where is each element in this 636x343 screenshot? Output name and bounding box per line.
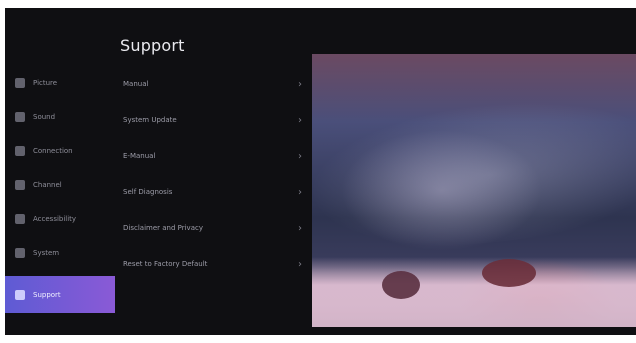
sidebar-item-accessibility[interactable]: Accessibility: [5, 202, 115, 236]
rock: [482, 259, 536, 287]
sidebar-item-label: Sound: [33, 113, 56, 121]
mountain-ridge: [285, 75, 636, 263]
accessibility-icon: [15, 214, 25, 224]
menu-item-label: E-Manual: [123, 152, 156, 160]
menu-item-self-diagnosis[interactable]: Self Diagnosis ›: [123, 174, 308, 210]
snow-foreground: [312, 257, 636, 327]
sidebar-item-picture[interactable]: Picture: [5, 66, 115, 100]
menu-item-label: Manual: [123, 80, 149, 88]
channel-icon: [15, 180, 25, 190]
sidebar-item-label: Connection: [33, 147, 73, 155]
sidebar-item-label: Picture: [33, 79, 58, 87]
menu-item-disclaimer-privacy[interactable]: Disclaimer and Privacy ›: [123, 210, 308, 246]
menu-item-label: Disclaimer and Privacy: [123, 224, 203, 232]
support-icon: [15, 289, 25, 300]
sidebar: Picture Sound Connection Channel Accessi…: [5, 66, 115, 313]
support-menu: Manual › System Update › E-Manual › Self…: [123, 66, 308, 282]
tv-settings-screen: Support Picture Sound Connection Channel…: [5, 8, 636, 335]
sidebar-item-support[interactable]: Support: [5, 276, 115, 313]
system-icon: [15, 248, 25, 258]
menu-item-label: Self Diagnosis: [123, 188, 173, 196]
menu-item-label: System Update: [123, 116, 177, 124]
menu-item-system-update[interactable]: System Update ›: [123, 102, 308, 138]
page-title: Support: [120, 36, 185, 55]
sidebar-item-connection[interactable]: Connection: [5, 134, 115, 168]
menu-item-label: Reset to Factory Default: [123, 260, 208, 268]
sidebar-item-label: Support: [33, 290, 61, 299]
connection-icon: [15, 146, 25, 156]
sidebar-item-channel[interactable]: Channel: [5, 168, 115, 202]
menu-item-reset-factory[interactable]: Reset to Factory Default ›: [123, 246, 308, 282]
sidebar-item-label: Channel: [33, 181, 62, 189]
rock: [382, 271, 420, 299]
sound-icon: [15, 112, 25, 122]
sidebar-item-system[interactable]: System: [5, 236, 115, 270]
menu-item-manual[interactable]: Manual ›: [123, 66, 308, 102]
sidebar-item-label: System: [33, 249, 60, 257]
chevron-right-icon: ›: [298, 78, 302, 90]
picture-icon: [15, 78, 25, 88]
background-photo: [285, 54, 636, 327]
menu-item-e-manual[interactable]: E-Manual ›: [123, 138, 308, 174]
sidebar-item-label: Accessibility: [33, 215, 77, 223]
sidebar-item-sound[interactable]: Sound: [5, 100, 115, 134]
